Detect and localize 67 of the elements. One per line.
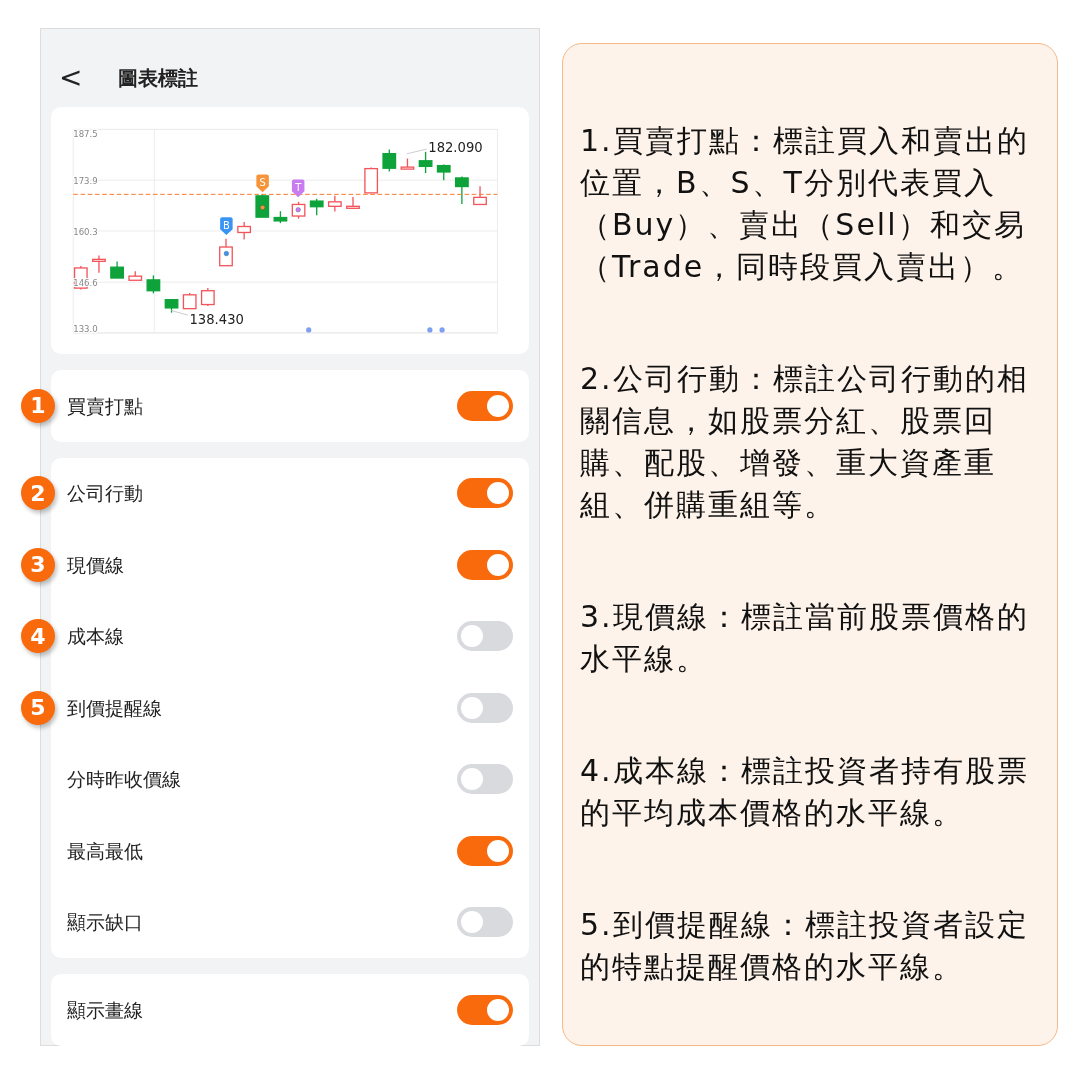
- marker-pin: S: [256, 174, 269, 193]
- page-title: 圖表標註: [118, 65, 199, 92]
- marker-pin: T: [291, 179, 305, 198]
- candle: [200, 287, 215, 307]
- trade-dot: [223, 251, 229, 257]
- number-badge: 2: [21, 476, 55, 511]
- toggle-switch[interactable]: [457, 390, 513, 421]
- candle: [110, 260, 124, 279]
- toggle-switch[interactable]: [457, 994, 513, 1025]
- candle: [473, 185, 487, 206]
- candle: [164, 298, 179, 314]
- event-dot: [306, 327, 312, 333]
- trade-dot: [295, 207, 301, 213]
- number-badge: 5: [21, 690, 55, 725]
- candle: [219, 238, 233, 267]
- marker-pin: B: [220, 217, 233, 236]
- setting-label: 現價線: [67, 552, 124, 578]
- note-text: 3.現價線：標註當前股票價格的水平線。: [580, 598, 1029, 678]
- toggle-switch[interactable]: [457, 621, 513, 652]
- axis-label: 160.3: [73, 226, 98, 237]
- setting-label: 公司行動: [67, 481, 143, 506]
- candle: [454, 175, 469, 205]
- toggle-switch[interactable]: [457, 549, 513, 580]
- candle: [418, 151, 433, 174]
- toggle-switch[interactable]: [457, 764, 513, 795]
- setting-label: 顯示缺口: [67, 910, 143, 935]
- axis-label: 133.0: [73, 324, 98, 335]
- candle: [382, 148, 397, 173]
- leader-line: [406, 148, 428, 155]
- toggle-switch[interactable]: [457, 692, 513, 723]
- candle: [146, 274, 161, 294]
- candle: [436, 163, 451, 181]
- setting-label: 最高最低: [67, 838, 143, 864]
- trade-dot: [260, 204, 266, 210]
- candle: [327, 195, 342, 213]
- setting-label: 買賣打點: [67, 393, 143, 419]
- toggle-switch[interactable]: [457, 835, 513, 866]
- high-price-label: 182.090: [428, 139, 483, 155]
- axis-label: 173.9: [73, 176, 98, 187]
- candle: [92, 254, 106, 274]
- axis-label: 187.5: [73, 129, 98, 140]
- candle: [346, 196, 360, 209]
- back-button[interactable]: <: [53, 64, 89, 92]
- candle: [237, 221, 252, 241]
- setting-label: 顯示畫線: [67, 997, 143, 1023]
- candle: [182, 292, 197, 310]
- low-price-label: 138.430: [189, 312, 244, 328]
- number-badge: 4: [21, 619, 55, 654]
- toggle-switch[interactable]: [457, 478, 513, 509]
- note-text: 4.成本線：標註投資者持有股票的平均成本價格的水平線。: [580, 752, 1029, 832]
- candle: [309, 198, 324, 216]
- setting-label: 分時昨收價線: [67, 767, 181, 792]
- setting-label: 成本線: [67, 624, 124, 649]
- candle: [364, 166, 379, 194]
- note-text: 1.買賣打點：標註買入和賣出的位置，B、S、T分別代表買入（Buy）、賣出（Sell）和交易（Trade，同時段買入賣出）。: [580, 122, 1029, 286]
- toggle-switch[interactable]: [457, 907, 513, 938]
- note-text: 5.到價提醒線：標註投資者設定的特點提醒價格的水平線。: [580, 906, 1029, 986]
- event-dot: [439, 327, 445, 333]
- number-badge: 1: [21, 388, 55, 423]
- note-text: 2.公司行動：標註公司行動的相關信息，如股票分紅、股票回購、配股、增發、重大資產重組、併購重組等。: [580, 360, 1029, 524]
- number-badge: 3: [21, 547, 55, 582]
- candle: [273, 210, 288, 224]
- event-dot: [427, 327, 433, 333]
- leader-line: [170, 310, 189, 316]
- setting-label: 到價提醒線: [67, 695, 162, 721]
- candle: [400, 157, 415, 170]
- candle: [128, 270, 143, 281]
